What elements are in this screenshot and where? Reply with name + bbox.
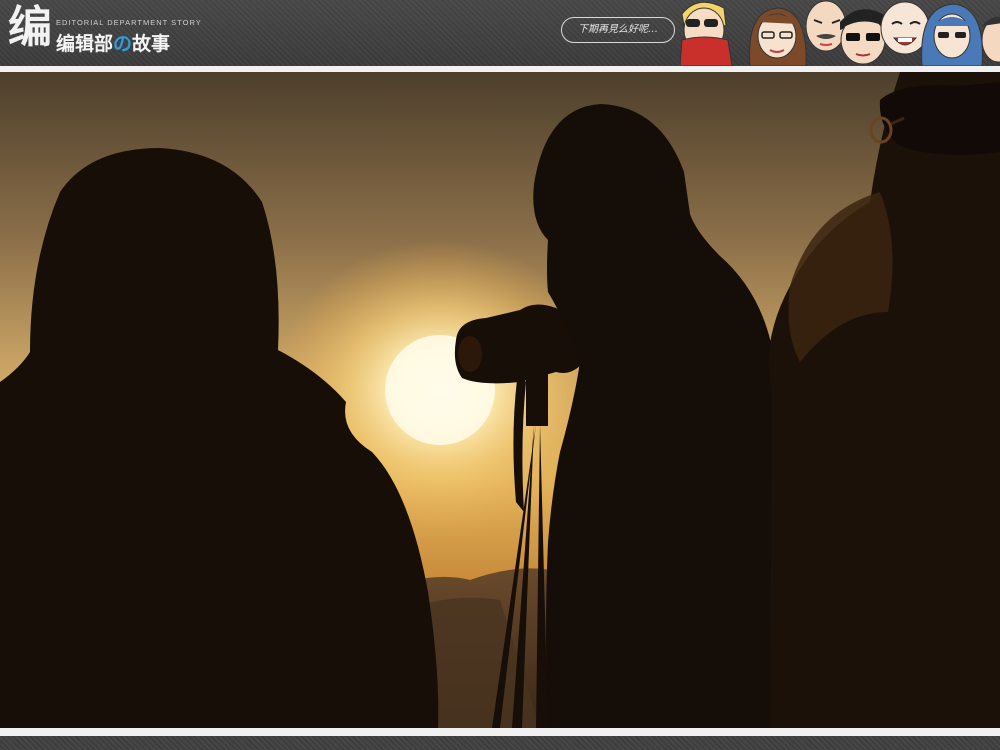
speech-bubble: 下期再見么好呢… — [561, 17, 675, 43]
face-long-hair-icon — [749, 7, 807, 66]
sunrise-photo — [0, 72, 1000, 728]
cartoon-faces — [680, 0, 1000, 66]
logo-english: EDITORIAL DEPARTMENT STORY — [56, 18, 202, 27]
logo-cn-no: の — [113, 33, 133, 55]
logo-cn-part-2: 故事 — [132, 33, 171, 55]
face-partial-icon — [981, 16, 1000, 63]
logo-glyph: 编 — [8, 2, 52, 53]
site-header: 编 EDITORIAL DEPARTMENT STORY 编辑部の故事 下期再見… — [0, 0, 1000, 66]
footer-bar — [0, 736, 1000, 750]
site-logo[interactable]: 编 EDITORIAL DEPARTMENT STORY 编辑部の故事 — [8, 6, 202, 56]
logo-chinese: 编辑部の故事 — [56, 29, 202, 56]
face-blue-hair-glasses-icon — [921, 3, 983, 66]
face-glasses-black-hair-icon — [840, 9, 886, 65]
face-sunglasses-scarf-icon — [680, 1, 733, 66]
logo-cn-part-1: 编辑部 — [56, 33, 114, 55]
logo-text: EDITORIAL DEPARTMENT STORY 编辑部の故事 — [56, 18, 202, 56]
